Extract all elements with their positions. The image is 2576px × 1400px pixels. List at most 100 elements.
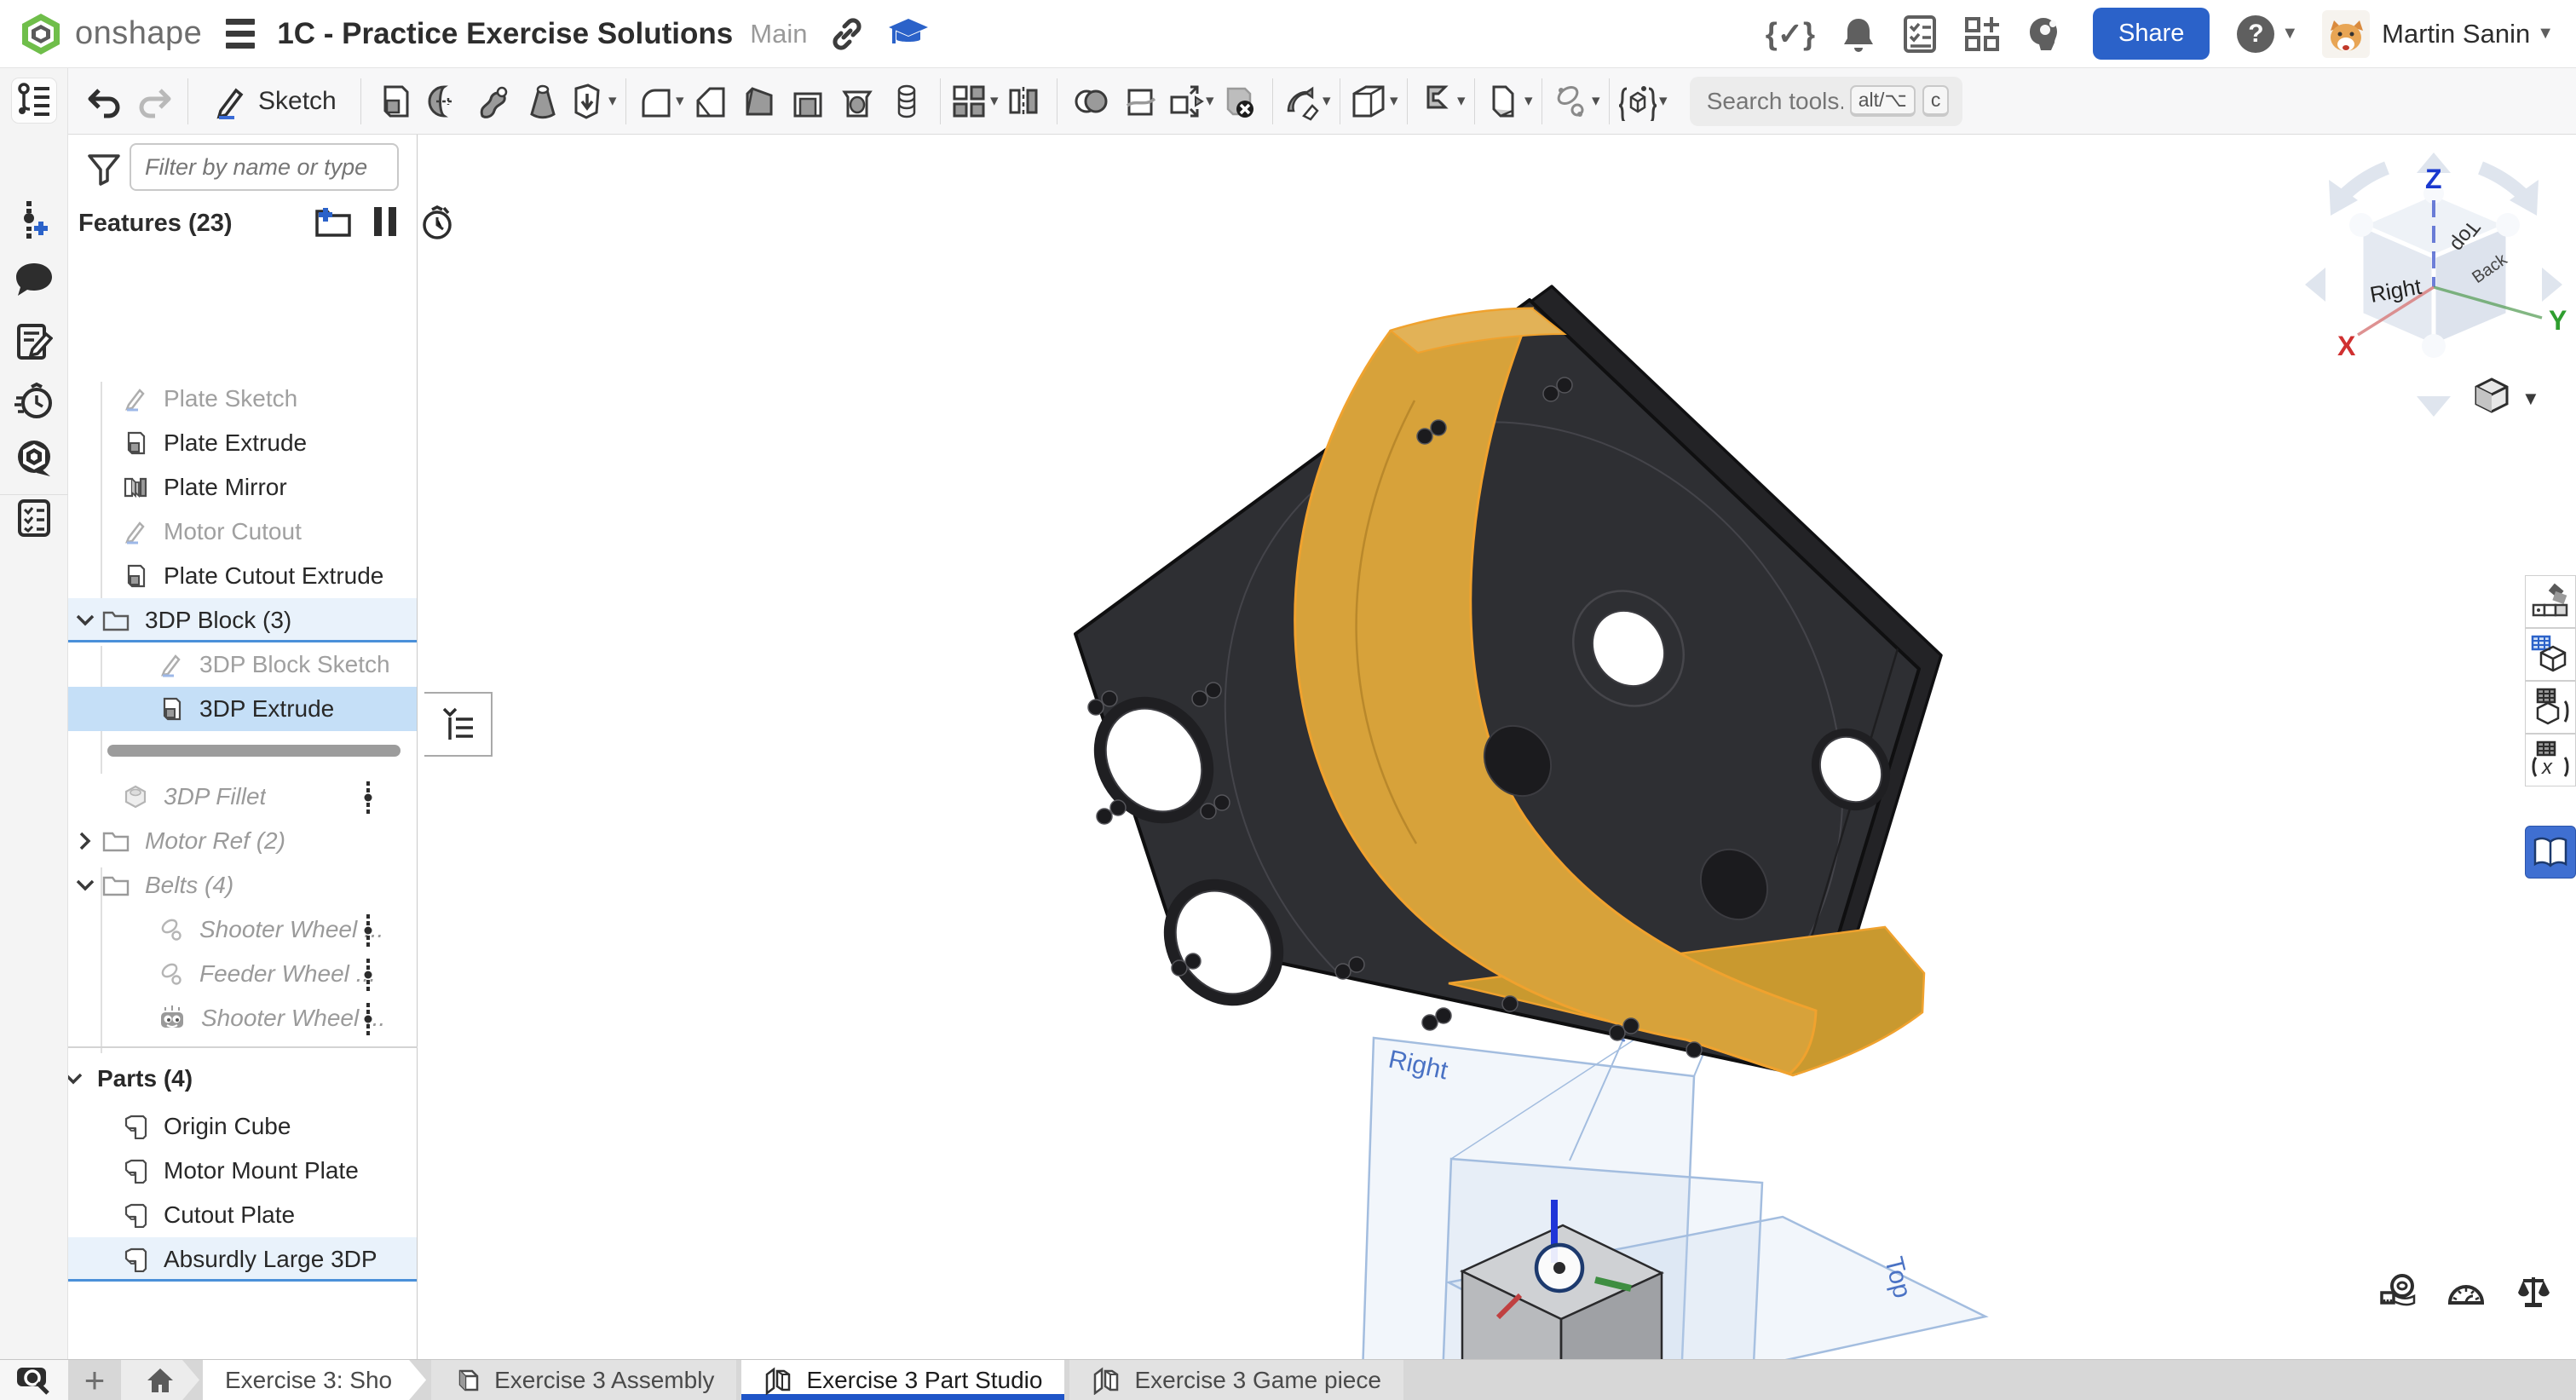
feature-item-motor-cutout[interactable]: Motor Cutout (68, 510, 417, 554)
chevron-down-icon[interactable] (68, 614, 102, 626)
tab-exercise-3-assembly[interactable]: Exercise 3 Assembly (431, 1360, 736, 1400)
configured-features-button[interactable] (2525, 681, 2576, 734)
revolve-icon[interactable] (419, 74, 469, 129)
kebab-menu-icon[interactable] (364, 1003, 372, 1040)
feature-list-icon[interactable] (12, 78, 56, 123)
flatten-icon[interactable]: ▾ (1484, 74, 1533, 129)
feature-list-flyout-button[interactable] (424, 692, 493, 757)
feature-item-shooter-wheel-1[interactable]: Shooter Wheel ... (68, 907, 417, 952)
tab-search-button[interactable] (0, 1360, 68, 1400)
feature-folder-3dp-block[interactable]: 3DP Block (3) (68, 598, 417, 642)
avatar[interactable] (2322, 10, 2370, 58)
boolean-icon[interactable] (1066, 74, 1115, 129)
new-tab-button[interactable]: + (68, 1360, 121, 1400)
app-store-icon[interactable] (1963, 15, 2001, 53)
feature-folder-belts[interactable]: Belts (4) (68, 863, 417, 907)
resource-panel-button[interactable] (2525, 826, 2576, 879)
share-button[interactable]: Share (2093, 8, 2210, 60)
checklist-icon[interactable] (12, 496, 56, 540)
undo-button[interactable] (80, 74, 130, 129)
filter-icon[interactable] (87, 153, 121, 190)
add-folder-icon[interactable] (314, 205, 353, 243)
rollback-history-icon[interactable] (419, 205, 455, 245)
onshape-help-icon[interactable] (12, 436, 56, 481)
split-icon[interactable] (1115, 74, 1165, 129)
chevron-right-icon[interactable] (68, 832, 102, 850)
custom-feature-icon[interactable]: ▾ (1618, 74, 1668, 129)
part-item-absurdly-large-3dp[interactable]: Absurdly Large 3DP (68, 1237, 417, 1282)
versions-icon[interactable] (12, 198, 56, 242)
learning-center-icon[interactable] (2026, 14, 2064, 54)
extrude-icon[interactable] (370, 74, 419, 129)
plane-icon[interactable]: ▾ (1349, 74, 1398, 129)
shell-icon[interactable] (783, 74, 833, 129)
kebab-menu-icon[interactable] (364, 781, 372, 818)
protractor-icon[interactable] (2446, 1274, 2486, 1308)
helix-icon[interactable] (882, 74, 931, 129)
sweep-icon[interactable] (469, 74, 518, 129)
help-caret-icon[interactable]: ▼ (2281, 24, 2298, 43)
part-item-cutout-plate[interactable]: Cutout Plate (68, 1193, 417, 1237)
onshape-logo[interactable]: onshape (0, 12, 202, 56)
view-options-caret-icon[interactable]: ▼ (2521, 388, 2540, 410)
history-icon[interactable] (12, 378, 56, 423)
comments-icon[interactable] (12, 257, 56, 302)
sheet-metal-icon[interactable]: ▾ (1416, 74, 1466, 129)
hole-icon[interactable] (833, 74, 882, 129)
sketch-button[interactable]: Sketch (197, 84, 352, 119)
feature-item-shooter-wheel-2[interactable]: Shooter Wheel ... (68, 996, 417, 1040)
help-button[interactable]: ? (2237, 15, 2274, 53)
notes-icon[interactable] (12, 320, 56, 364)
suspend-rebuild-icon[interactable] (372, 205, 399, 243)
part-item-origin-cube[interactable]: Origin Cube (68, 1104, 417, 1149)
tab-exercise-3-game-piece[interactable]: Exercise 3 Game piece (1069, 1360, 1403, 1400)
fillet-icon[interactable]: ▾ (635, 74, 684, 129)
chamfer-icon[interactable] (684, 74, 734, 129)
tab-exercise-3-shooter[interactable]: Exercise 3: Sho (203, 1360, 426, 1400)
mass-properties-scale-icon[interactable] (2515, 1274, 2552, 1310)
feature-item-plate-mirror[interactable]: Plate Mirror (68, 465, 417, 510)
redo-button[interactable] (130, 74, 179, 129)
modify-fillet-icon[interactable]: ▾ (1282, 74, 1331, 129)
search-tools-input[interactable] (1707, 88, 1843, 115)
tab-exercise-3-part-studio[interactable]: Exercise 3 Part Studio (741, 1360, 1064, 1400)
configurations-button[interactable] (2525, 628, 2576, 681)
feature-item-3dp-fillet[interactable]: 3DP Fillet (68, 775, 417, 819)
thicken-icon[interactable]: ▾ (568, 74, 617, 129)
feature-item-3dp-extrude[interactable]: 3DP Extrude (68, 687, 417, 731)
featurescript-icon[interactable]: {✓} (1766, 16, 1815, 52)
feature-item-3dp-block-sketch[interactable]: 3DP Block Sketch (68, 642, 417, 687)
tape-measure-icon[interactable] (2380, 1274, 2418, 1308)
variable-table-button[interactable]: x (2525, 734, 2576, 786)
feature-folder-motor-ref[interactable]: Motor Ref (2) (68, 819, 417, 863)
filter-input[interactable] (130, 143, 399, 191)
mirror-icon[interactable] (999, 74, 1048, 129)
curve-icon[interactable]: ▾ (1551, 74, 1600, 129)
part-item-motor-mount-plate[interactable]: Motor Mount Plate (68, 1149, 417, 1193)
tasks-icon[interactable] (1902, 14, 1938, 54)
chevron-down-icon[interactable] (68, 879, 102, 891)
feature-item-feeder-wheel[interactable]: Feeder Wheel ... (68, 952, 417, 996)
home-tab[interactable] (121, 1360, 199, 1400)
user-caret-icon[interactable]: ▼ (2537, 24, 2554, 43)
loft-icon[interactable] (518, 74, 568, 129)
appearance-panel-button[interactable] (2525, 575, 2576, 628)
linear-pattern-icon[interactable]: ▾ (949, 74, 999, 129)
feature-item-plate-sketch[interactable]: Plate Sketch (68, 377, 417, 421)
rollback-bar[interactable] (107, 745, 401, 757)
notifications-bell-icon[interactable] (1841, 15, 1876, 53)
menu-icon[interactable] (226, 19, 255, 49)
transform-icon[interactable]: ▾ (1165, 74, 1214, 129)
search-tools[interactable]: alt/⌥ c (1690, 77, 1962, 126)
feature-item-plate-cutout-extrude[interactable]: Plate Cutout Extrude (68, 554, 417, 598)
kebab-menu-icon[interactable] (364, 959, 372, 995)
workspace-name[interactable]: Main (750, 19, 807, 49)
graphics-viewport[interactable]: Right Top Front (418, 135, 2576, 1359)
link-icon[interactable] (829, 16, 865, 52)
parts-header-row[interactable]: Parts (4) (68, 1057, 417, 1101)
feature-item-plate-extrude[interactable]: Plate Extrude (68, 421, 417, 465)
delete-part-icon[interactable] (1214, 74, 1264, 129)
kebab-menu-icon[interactable] (364, 914, 372, 951)
education-cap-icon[interactable] (887, 15, 930, 53)
view-options-cube-icon[interactable] (2472, 376, 2511, 419)
